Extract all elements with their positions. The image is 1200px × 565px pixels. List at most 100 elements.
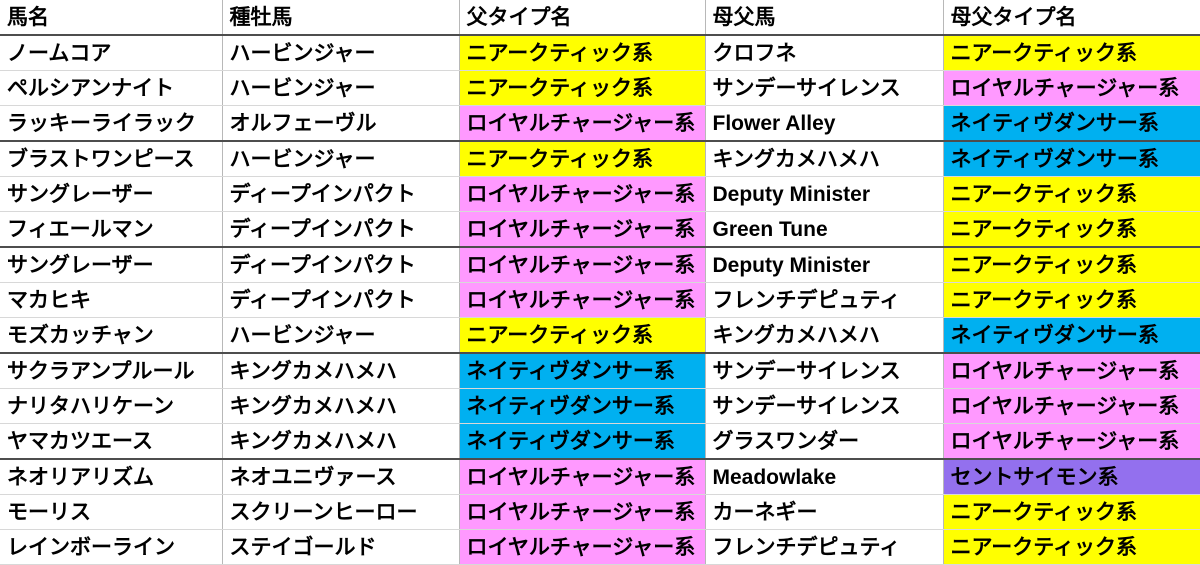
cell-sire[interactable]: スクリーンヒーロー xyxy=(222,494,460,530)
cell-sire-type[interactable]: ロイヤルチャージャー系 xyxy=(459,247,706,283)
cell-sire[interactable]: キングカメハメハ xyxy=(222,423,460,460)
cell-horse-name[interactable]: サングレーザー xyxy=(0,247,223,283)
cell-broodmare-sire[interactable]: サンデーサイレンス xyxy=(705,353,944,389)
cell-sire-type[interactable]: ロイヤルチャージャー系 xyxy=(459,176,706,212)
cell-broodmare-sire[interactable]: フレンチデピュティ xyxy=(705,529,944,565)
cell-broodmare-sire-type[interactable]: ネイティヴダンサー系 xyxy=(943,141,1200,177)
cell-broodmare-sire[interactable]: サンデーサイレンス xyxy=(705,70,944,106)
table-row: モーリス スクリーンヒーロー ロイヤルチャージャー系 カーネギー ニアークティック系 xyxy=(0,494,1200,530)
cell-horse-name[interactable]: ラッキーライラック xyxy=(0,105,223,142)
table-row: ヤマカツエース キングカメハメハ ネイティヴダンサー系 グラスワンダー ロイヤルチャージ… xyxy=(0,423,1200,460)
cell-sire-type[interactable]: ロイヤルチャージャー系 xyxy=(459,494,706,530)
table-row: ペルシアンナイト ハービンジャー ニアークティック系 サンデーサイレンス ロイヤルチャー… xyxy=(0,70,1200,106)
cell-broodmare-sire[interactable]: Flower Alley xyxy=(705,105,944,142)
cell-sire[interactable]: ディープインパクト xyxy=(222,211,460,248)
cell-broodmare-sire[interactable]: キングカメハメハ xyxy=(705,317,944,354)
cell-sire[interactable]: ネオユニヴァース xyxy=(222,459,460,495)
cell-broodmare-sire-type[interactable]: ロイヤルチャージャー系 xyxy=(943,423,1200,460)
cell-broodmare-sire-type[interactable]: ニアークティック系 xyxy=(943,494,1200,530)
cell-sire-type[interactable]: ニアークティック系 xyxy=(459,70,706,106)
cell-horse-name[interactable]: サングレーザー xyxy=(0,176,223,212)
cell-sire-type[interactable]: ニアークティック系 xyxy=(459,141,706,177)
cell-sire[interactable]: ハービンジャー xyxy=(222,317,460,354)
cell-broodmare-sire[interactable]: サンデーサイレンス xyxy=(705,388,944,424)
cell-sire[interactable]: ディープインパクト xyxy=(222,176,460,212)
cell-broodmare-sire[interactable]: Meadowlake xyxy=(705,459,944,495)
cell-broodmare-sire-type[interactable]: ネイティヴダンサー系 xyxy=(943,317,1200,354)
cell-sire[interactable]: ステイゴールド xyxy=(222,529,460,565)
cell-broodmare-sire-type[interactable]: ロイヤルチャージャー系 xyxy=(943,388,1200,424)
table-row: フィエールマン ディープインパクト ロイヤルチャージャー系 Green Tune ニアー… xyxy=(0,211,1200,248)
cell-horse-name[interactable]: ノームコア xyxy=(0,35,223,71)
cell-broodmare-sire[interactable]: クロフネ xyxy=(705,35,944,71)
cell-horse-name[interactable]: マカヒキ xyxy=(0,282,223,318)
cell-broodmare-sire-type[interactable]: ニアークティック系 xyxy=(943,247,1200,283)
cell-horse-name[interactable]: ナリタハリケーン xyxy=(0,388,223,424)
column-header-broodmare-sire-type[interactable]: 母父タイプ名 xyxy=(943,0,1200,36)
cell-sire-type[interactable]: ロイヤルチャージャー系 xyxy=(459,282,706,318)
cell-sire-type[interactable]: ロイヤルチャージャー系 xyxy=(459,459,706,495)
cell-broodmare-sire[interactable]: Deputy Minister xyxy=(705,176,944,212)
cell-horse-name[interactable]: サクラアンプルール xyxy=(0,353,223,389)
cell-sire[interactable]: ハービンジャー xyxy=(222,141,460,177)
cell-broodmare-sire[interactable]: カーネギー xyxy=(705,494,944,530)
cell-sire-type[interactable]: ネイティヴダンサー系 xyxy=(459,423,706,460)
table-row: ブラストワンピース ハービンジャー ニアークティック系 キングカメハメハ ネイティヴダン… xyxy=(0,141,1200,177)
column-header-sire[interactable]: 種牡馬 xyxy=(222,0,460,36)
cell-sire-type[interactable]: ニアークティック系 xyxy=(459,35,706,71)
cell-broodmare-sire[interactable]: Green Tune xyxy=(705,211,944,248)
column-header-horse-name[interactable]: 馬名 xyxy=(0,0,223,36)
cell-sire-type[interactable]: ネイティヴダンサー系 xyxy=(459,388,706,424)
cell-horse-name[interactable]: ヤマカツエース xyxy=(0,423,223,460)
table-row: ナリタハリケーン キングカメハメハ ネイティヴダンサー系 サンデーサイレンス ロイヤルチ… xyxy=(0,388,1200,424)
cell-sire-type[interactable]: ロイヤルチャージャー系 xyxy=(459,211,706,248)
table-row: ネオリアリズム ネオユニヴァース ロイヤルチャージャー系 Meadowlake セントサ… xyxy=(0,459,1200,495)
table-row: レインボーライン ステイゴールド ロイヤルチャージャー系 フレンチデピュティ ニアークテ… xyxy=(0,529,1200,565)
cell-broodmare-sire-type[interactable]: ロイヤルチャージャー系 xyxy=(943,70,1200,106)
cell-sire-type[interactable]: ネイティヴダンサー系 xyxy=(459,353,706,389)
table-row: モズカッチャン ハービンジャー ニアークティック系 キングカメハメハ ネイティヴダンサー… xyxy=(0,317,1200,354)
pedigree-table: 馬名 種牡馬 父タイプ名 母父馬 母父タイプ名 ノームコア ハービンジャー ニアーク… xyxy=(0,0,1200,565)
cell-broodmare-sire-type[interactable]: ニアークティック系 xyxy=(943,176,1200,212)
cell-horse-name[interactable]: モーリス xyxy=(0,494,223,530)
cell-broodmare-sire[interactable]: グラスワンダー xyxy=(705,423,944,460)
cell-horse-name[interactable]: ネオリアリズム xyxy=(0,459,223,495)
column-header-broodmare-sire[interactable]: 母父馬 xyxy=(705,0,944,36)
cell-broodmare-sire-type[interactable]: ニアークティック系 xyxy=(943,35,1200,71)
table-row: ラッキーライラック オルフェーヴル ロイヤルチャージャー系 Flower Alley ネ… xyxy=(0,105,1200,142)
table-row: マカヒキ ディープインパクト ロイヤルチャージャー系 フレンチデピュティ ニアークティッ… xyxy=(0,282,1200,318)
cell-sire[interactable]: キングカメハメハ xyxy=(222,388,460,424)
cell-broodmare-sire[interactable]: キングカメハメハ xyxy=(705,141,944,177)
cell-broodmare-sire-type[interactable]: ネイティヴダンサー系 xyxy=(943,105,1200,142)
cell-broodmare-sire[interactable]: Deputy Minister xyxy=(705,247,944,283)
table-row: サングレーザー ディープインパクト ロイヤルチャージャー系 Deputy Minist… xyxy=(0,247,1200,283)
cell-broodmare-sire-type[interactable]: ニアークティック系 xyxy=(943,211,1200,248)
table-row: サクラアンプルール キングカメハメハ ネイティヴダンサー系 サンデーサイレンス ロイヤル… xyxy=(0,353,1200,389)
cell-broodmare-sire-type[interactable]: セントサイモン系 xyxy=(943,459,1200,495)
table-row: ノームコア ハービンジャー ニアークティック系 クロフネ ニアークティック系 xyxy=(0,35,1200,71)
cell-broodmare-sire[interactable]: フレンチデピュティ xyxy=(705,282,944,318)
column-header-sire-type[interactable]: 父タイプ名 xyxy=(459,0,706,36)
cell-horse-name[interactable]: フィエールマン xyxy=(0,211,223,248)
cell-sire-type[interactable]: ロイヤルチャージャー系 xyxy=(459,529,706,565)
cell-broodmare-sire-type[interactable]: ニアークティック系 xyxy=(943,529,1200,565)
header-row: 馬名 種牡馬 父タイプ名 母父馬 母父タイプ名 xyxy=(0,0,1200,36)
spreadsheet-canvas: 馬名 種牡馬 父タイプ名 母父馬 母父タイプ名 ノームコア ハービンジャー ニアーク… xyxy=(0,0,1200,565)
cell-sire-type[interactable]: ロイヤルチャージャー系 xyxy=(459,105,706,142)
cell-horse-name[interactable]: ブラストワンピース xyxy=(0,141,223,177)
cell-broodmare-sire-type[interactable]: ロイヤルチャージャー系 xyxy=(943,353,1200,389)
cell-sire[interactable]: ディープインパクト xyxy=(222,282,460,318)
cell-sire[interactable]: オルフェーヴル xyxy=(222,105,460,142)
cell-horse-name[interactable]: ペルシアンナイト xyxy=(0,70,223,106)
cell-sire-type[interactable]: ニアークティック系 xyxy=(459,317,706,354)
cell-horse-name[interactable]: レインボーライン xyxy=(0,529,223,565)
cell-sire[interactable]: キングカメハメハ xyxy=(222,353,460,389)
table-header: 馬名 種牡馬 父タイプ名 母父馬 母父タイプ名 xyxy=(0,0,1200,36)
cell-sire[interactable]: ディープインパクト xyxy=(222,247,460,283)
cell-sire[interactable]: ハービンジャー xyxy=(222,70,460,106)
cell-horse-name[interactable]: モズカッチャン xyxy=(0,317,223,354)
cell-broodmare-sire-type[interactable]: ニアークティック系 xyxy=(943,282,1200,318)
table-row: サングレーザー ディープインパクト ロイヤルチャージャー系 Deputy Minist… xyxy=(0,176,1200,212)
table-body: ノームコア ハービンジャー ニアークティック系 クロフネ ニアークティック系 ペルシアンナ… xyxy=(0,35,1200,565)
cell-sire[interactable]: ハービンジャー xyxy=(222,35,460,71)
